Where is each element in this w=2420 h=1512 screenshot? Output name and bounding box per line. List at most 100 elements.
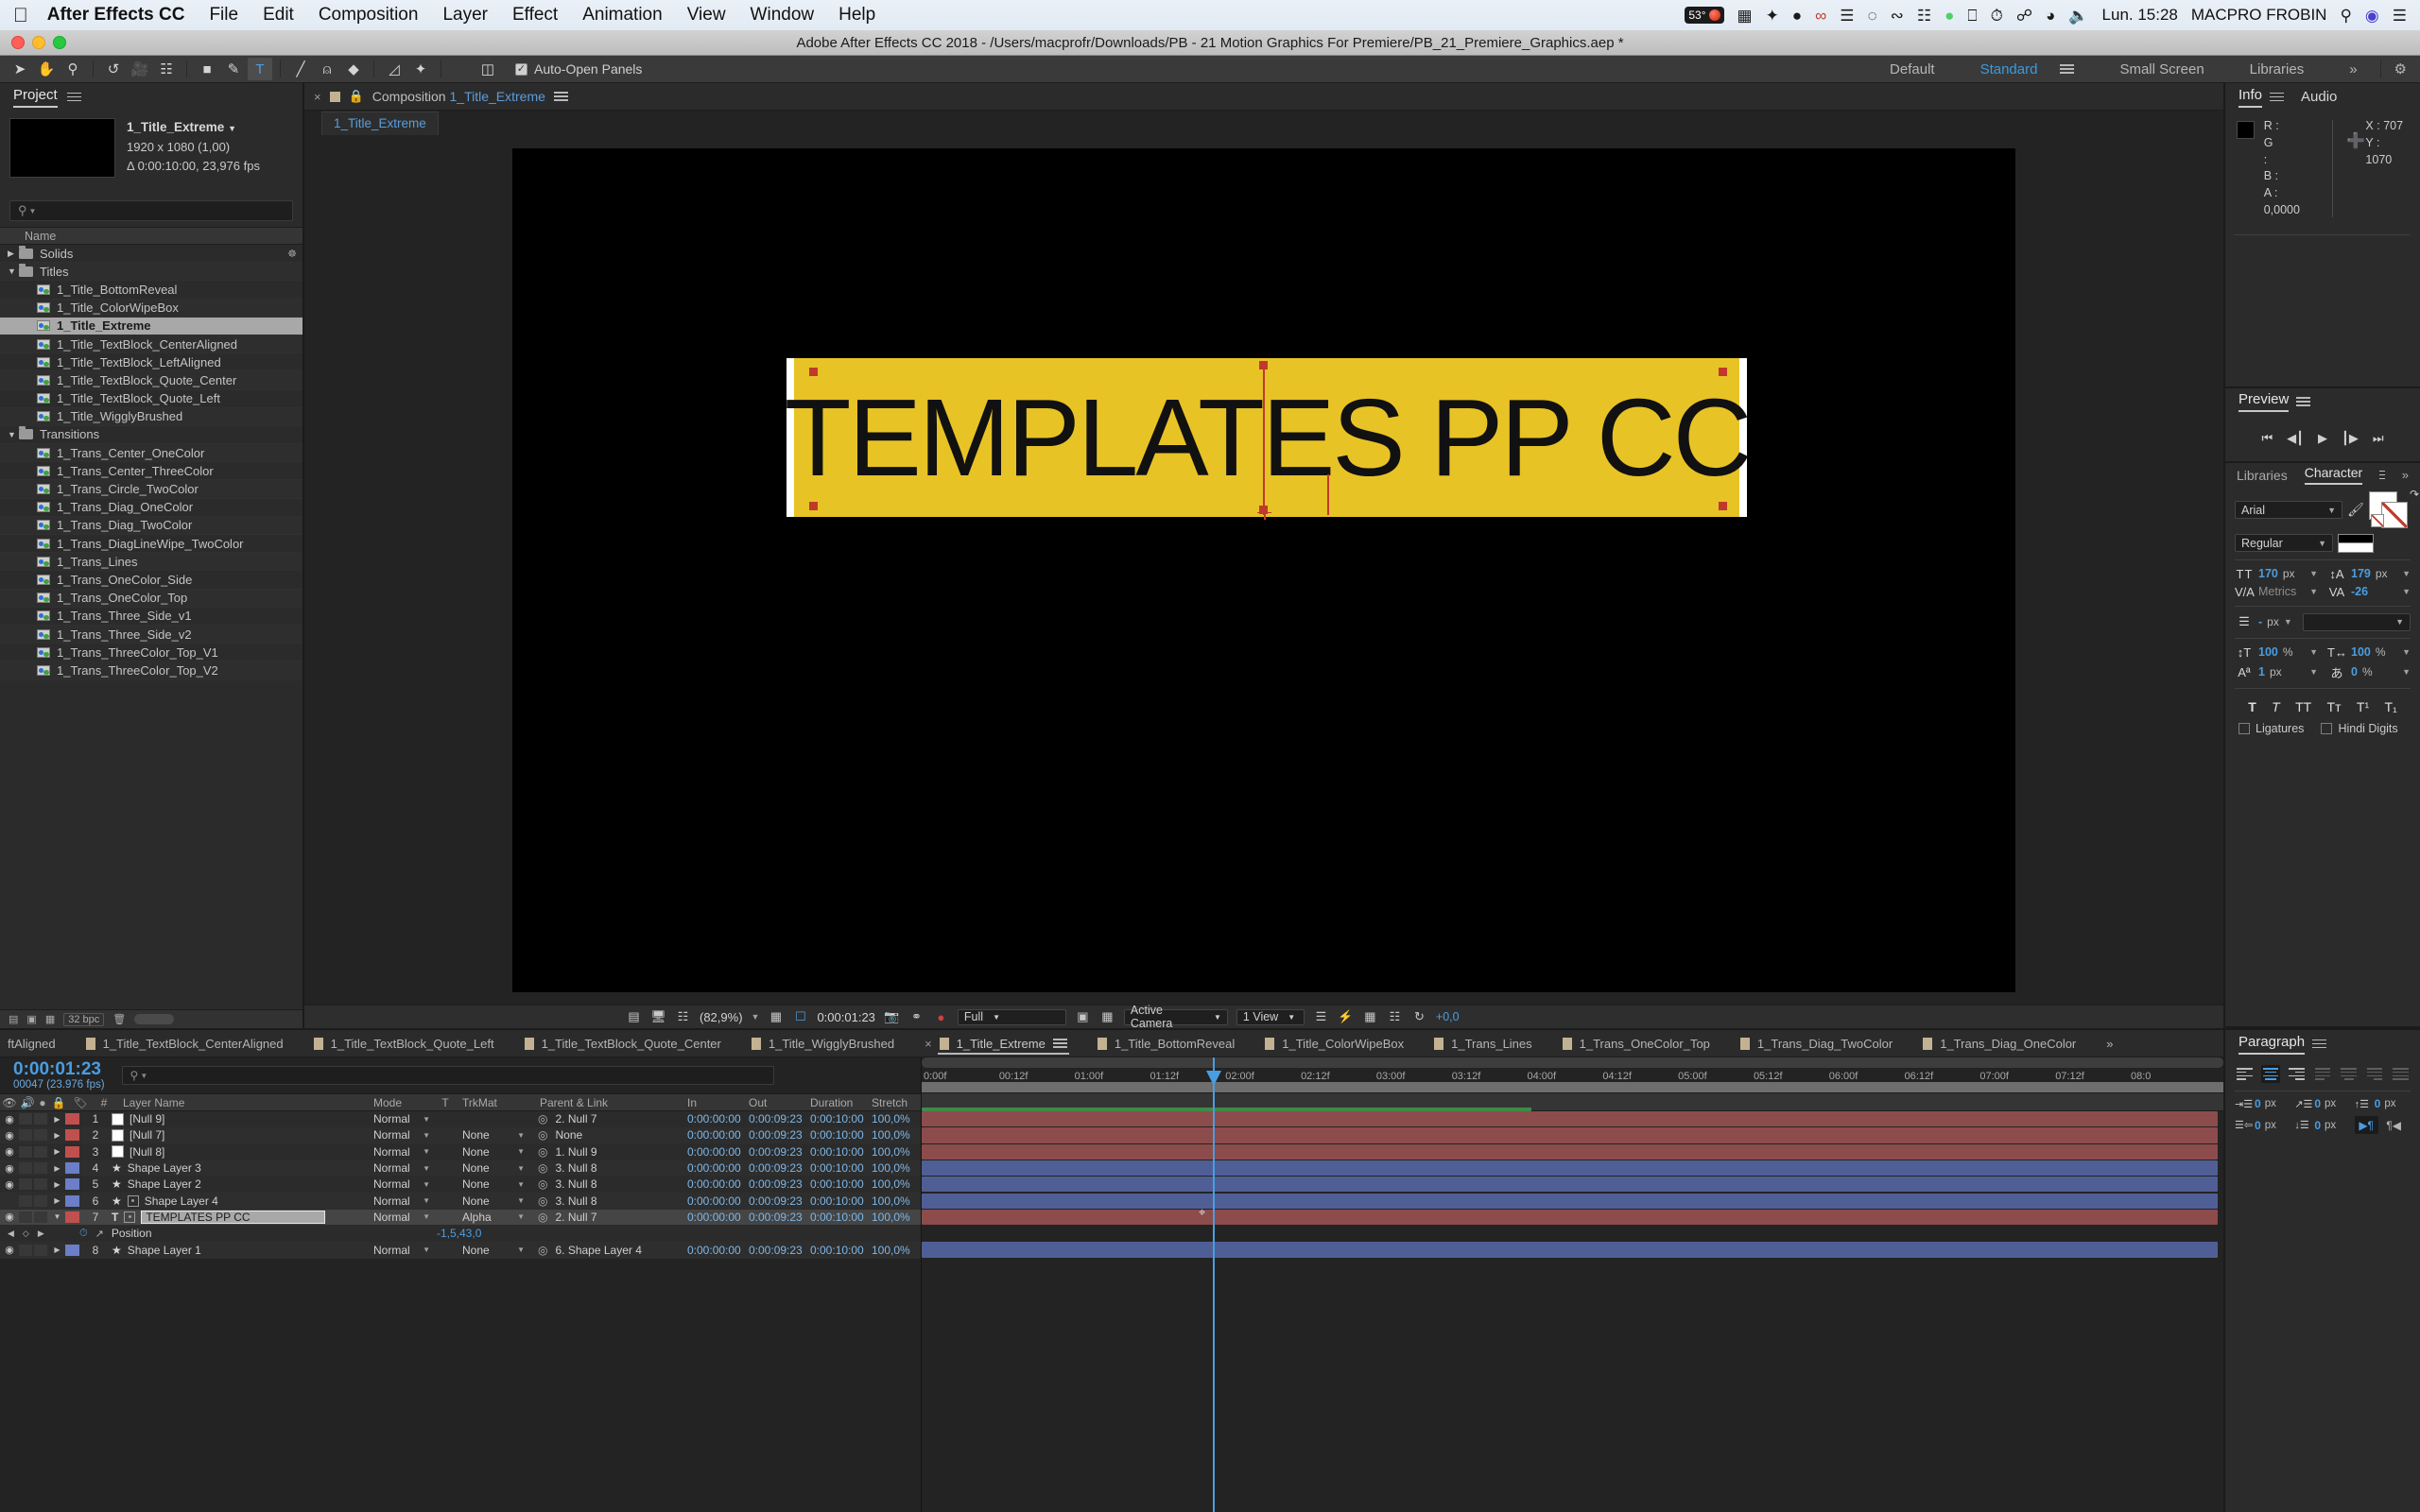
layer-audio-toggle[interactable] [19, 1162, 32, 1175]
layer-stretch[interactable]: 100,0% [866, 1194, 921, 1208]
justify-last-center-button[interactable] [2339, 1065, 2359, 1083]
show-snapshot-icon[interactable]: ⚭ [908, 1009, 925, 1025]
workspace-overflow-icon[interactable]: » [2326, 56, 2379, 82]
workspace-menu-icon[interactable] [2060, 56, 2097, 82]
chevron-right-icon[interactable]: ▶ [49, 1131, 65, 1140]
align-left-button[interactable] [2235, 1065, 2255, 1083]
layer-label-color[interactable] [65, 1178, 79, 1191]
menu-window[interactable]: Window [751, 5, 815, 26]
selection-tool[interactable]: ➤ [8, 58, 32, 80]
project-folder-row[interactable]: ▼ Titles [0, 263, 302, 282]
timeline-tab[interactable]: 1_Title_WigglyBrushed [744, 1030, 917, 1057]
property-name-cell[interactable]: ⏱ ↗ Position [70, 1227, 429, 1240]
space-after-field[interactable]: ↓☰ 0 px [2294, 1116, 2350, 1134]
chevron-right-icon[interactable]: ▶ [8, 249, 19, 259]
pan-behind-tool[interactable]: ☷ [154, 58, 179, 80]
tsume-field[interactable]: あ 0 % ▼ [2327, 663, 2411, 681]
layer-visibility-toggle[interactable]: ◉ [0, 1145, 19, 1158]
grid-guides-icon[interactable]: ▦ [768, 1009, 784, 1025]
ligatures-checkbox[interactable] [2238, 722, 2250, 734]
project-panel-menu-icon[interactable] [66, 90, 81, 104]
chevron-right-icon[interactable]: ▶ [49, 1246, 65, 1254]
layer-duration-bar[interactable] [922, 1193, 2218, 1209]
layer-track-matte[interactable]: Alpha ▼ [455, 1211, 530, 1224]
layer-name-cell[interactable]: [Null 9] [106, 1112, 366, 1125]
timeline-layer-row[interactable]: ◉ ▶ 3 [Null 8] Normal ▼ None ▼ ◎ 1. Null 9 0:00:00… [0, 1143, 921, 1160]
spotlight-search-icon[interactable]: ⚲ [2340, 8, 2351, 24]
apple-menu-icon[interactable]:  [13, 6, 28, 26]
pen-tool[interactable]: ✎ [221, 58, 246, 80]
project-comp-row[interactable]: 1_Trans_Center_OneColor [0, 444, 302, 463]
layer-rows-container[interactable]: ◉ ▶ 1 [Null 9] Normal ▼ ◎ 2. Null 7 0:00:00:00 0:… [0, 1111, 921, 1259]
timeline-tab[interactable]: 1_Title_TextBlock_CenterAligned [78, 1030, 306, 1057]
timeline-panel-menu-icon[interactable] [1052, 1036, 1067, 1050]
always-preview-icon[interactable]: ▤ [626, 1009, 642, 1025]
timeline-tab[interactable]: 1_Trans_OneColor_Top [1555, 1030, 1733, 1057]
lock-icon[interactable]: 🔒 [349, 89, 364, 104]
faux-bold-button[interactable]: T [2248, 699, 2256, 714]
project-folder-row[interactable]: ▶ Solids ☸ [0, 245, 302, 264]
layer-duration[interactable]: 0:00:10:00 [804, 1112, 866, 1125]
project-comp-row[interactable]: 1_Title_ColorWipeBox [0, 299, 302, 318]
layer-name-cell[interactable]: T TEMPLATES PP CC [106, 1210, 366, 1224]
layer-audio-toggle[interactable] [19, 1194, 32, 1207]
pixel-aspect-icon[interactable]: ☰ [1313, 1009, 1329, 1025]
pickwhip-icon[interactable]: ◎ [538, 1161, 547, 1175]
superscript-button[interactable]: T¹ [2357, 699, 2369, 714]
timeline-tab[interactable]: 1_Trans_Diag_OneColor [1915, 1030, 2099, 1057]
justify-last-right-button[interactable] [2365, 1065, 2385, 1083]
selection-handle-br[interactable] [1719, 501, 1727, 510]
layer-visibility-toggle[interactable]: ◉ [0, 1211, 19, 1223]
layer-out-point[interactable]: 0:00:09:23 [743, 1177, 804, 1191]
pickwhip-icon[interactable]: ◎ [538, 1177, 547, 1191]
layer-stretch[interactable]: 100,0% [866, 1112, 921, 1125]
project-comp-row[interactable]: 1_Trans_DiagLineWipe_TwoColor [0, 535, 302, 554]
project-comp-row[interactable]: 1_Title_Extreme [0, 317, 302, 335]
current-time-indicator[interactable] [1206, 1057, 1221, 1512]
pickwhip-icon[interactable]: ◎ [538, 1244, 547, 1257]
timeline-tab-bar[interactable]: ftAligned 1_Title_TextBlock_CenterAligned… [0, 1030, 2223, 1057]
layer-in-point[interactable]: 0:00:00:00 [682, 1145, 743, 1159]
wifi-icon[interactable]: ◕ [2046, 8, 2055, 24]
tab-preview[interactable]: Preview [2238, 391, 2290, 412]
first-frame-icon[interactable]: ⏮ [2261, 431, 2273, 446]
timeline-jump-icon[interactable]: ▦ [1362, 1009, 1378, 1025]
layer-blend-mode[interactable]: Normal ▼ [366, 1128, 436, 1142]
layer-out-point[interactable]: 0:00:09:23 [743, 1112, 804, 1125]
rotation-tool[interactable]: ↺ [101, 58, 126, 80]
menu-after-effects[interactable]: After Effects CC [47, 5, 185, 26]
project-comp-row[interactable]: 1_Trans_Diag_OneColor [0, 499, 302, 517]
timeline-tab[interactable]: 1_Title_BottomReveal [1090, 1030, 1257, 1057]
notification-center-icon[interactable]: ☰ [2393, 8, 2407, 24]
no-fill-icon[interactable] [2371, 513, 2384, 527]
layer-parent-link[interactable]: ◎ 1. Null 9 [530, 1145, 682, 1159]
take-snapshot-icon[interactable]: 📷 [884, 1009, 900, 1025]
layer-name-cell[interactable]: ★ Shape Layer 1 [106, 1244, 366, 1257]
project-comp-row[interactable]: 1_Title_TextBlock_Quote_Left [0, 390, 302, 408]
ltr-direction-button[interactable]: ▶¶ [2354, 1116, 2378, 1134]
layer-name-input[interactable]: TEMPLATES PP CC [141, 1210, 326, 1224]
timeline-tab[interactable]: 1_Title_TextBlock_Quote_Center [517, 1030, 744, 1057]
layer-solo-toggle[interactable] [34, 1178, 47, 1191]
layer-solo-toggle[interactable] [34, 1211, 47, 1223]
layer-track-matte[interactable]: None ▼ [455, 1244, 530, 1257]
menu-help[interactable]: Help [838, 5, 875, 26]
prev-frame-icon[interactable]: ◀┃ [2287, 431, 2304, 446]
reset-exposure-icon[interactable]: ↻ [1411, 1009, 1427, 1025]
timeline-tab[interactable]: 1_Title_ColorWipeBox [1257, 1030, 1426, 1057]
volume-icon[interactable]: 🔈 [2068, 8, 2088, 24]
menu-file[interactable]: File [209, 5, 238, 26]
layer-blend-mode[interactable]: Normal ▼ [366, 1145, 436, 1159]
snapping-toggle[interactable]: ◫ [475, 58, 500, 80]
vertical-scale-field[interactable]: ↕T 100 % ▼ [2235, 645, 2318, 660]
layer-duration-bar[interactable] [922, 1242, 2218, 1258]
layer-duration-bar[interactable] [922, 1209, 2218, 1226]
ligatures-option[interactable]: Ligatures [2238, 722, 2304, 735]
font-size-field[interactable]: ⁠T T 170 px ▼ [2235, 567, 2318, 581]
flowchart-icon[interactable]: ☷ [1387, 1009, 1403, 1025]
layer-parent-link[interactable]: ◎ 3. Null 8 [530, 1177, 682, 1191]
layer-duration-bars[interactable] [922, 1108, 2223, 1489]
auto-open-panels-option[interactable]: ✓ Auto-Open Panels [515, 61, 642, 77]
eyedropper-icon[interactable]: 🖌 [2347, 502, 2364, 518]
layer-solo-toggle[interactable] [34, 1244, 47, 1256]
